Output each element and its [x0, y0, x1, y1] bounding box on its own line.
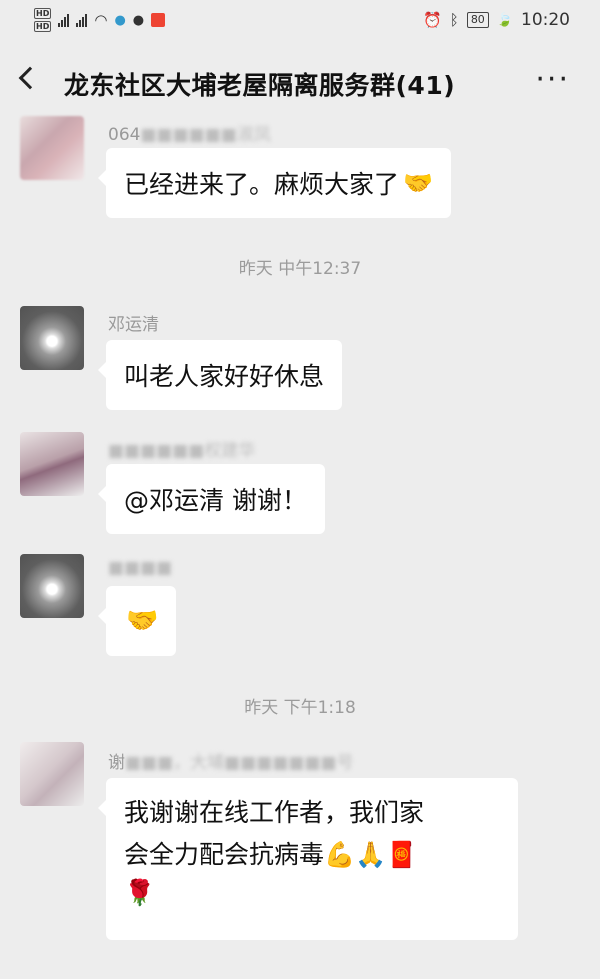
message-line: 🌹	[124, 878, 156, 907]
message-line: 会全力配会抗病毒💪🙏🧧	[124, 840, 418, 869]
sender-name: 064■■■■■■淑凤	[108, 125, 271, 145]
app-icon: ●	[114, 12, 126, 28]
signal-icon-2	[76, 13, 88, 27]
more-options-icon[interactable]: ···	[535, 62, 570, 97]
handshake-emoji: 🤝	[403, 169, 433, 197]
message-text: 叫老人家好好休息	[124, 362, 325, 391]
sender-name-blurred: ■■■■■■淑凤	[140, 125, 271, 145]
hd-badges: HD HD	[34, 8, 52, 32]
message-bubble[interactable]: 🤝	[98, 586, 176, 656]
chat-header: 龙东社区大埔老屋隔离服务群(41) ···	[0, 44, 600, 118]
message-bubble[interactable]: 已经进来了。麻烦大家了 🤝	[98, 148, 451, 218]
wifi-icon: ◠	[94, 11, 108, 29]
time-divider: 昨天 中午12:37	[238, 259, 362, 279]
status-right: ⏰ ᛒ 80 🍃 10:20	[423, 10, 570, 30]
avatar[interactable]	[20, 116, 84, 180]
leaf-icon: 🍃	[496, 12, 513, 28]
message-bubble[interactable]: 我谢谢在线工作者，我们家 会全力配会抗病毒💪🙏🧧 🌹	[98, 778, 518, 940]
hd-badge-1: HD	[34, 8, 52, 19]
message-bubble[interactable]: 叫老人家好好休息	[97, 340, 343, 410]
back-arrow-icon[interactable]	[18, 66, 42, 90]
signal-icon	[58, 13, 70, 27]
clock: 10:20	[521, 10, 570, 30]
message-line: 我谢谢在线工作者，我们家	[124, 798, 425, 827]
message-bubble[interactable]: @邓运清 谢谢！	[98, 464, 325, 534]
sender-name-blurred: ■■■■■■权建华	[108, 441, 256, 461]
handshake-emoji: 🤝	[126, 606, 159, 636]
message-text: 已经进来了。麻烦大家了	[124, 170, 400, 199]
message-text: @邓运清 谢谢！	[124, 486, 307, 515]
time-divider: 昨天 下午1:18	[244, 698, 356, 718]
sender-name-blurred: ■■■■	[108, 558, 173, 578]
battery-level: 80	[466, 12, 489, 28]
sender-name: 邓运清	[108, 315, 159, 335]
sender-name: 谢■■■，大埔■■■■■■■号	[108, 753, 354, 773]
avatar[interactable]	[20, 554, 84, 618]
status-bar: HD HD ◠ ● ● ⏰ ᛒ 80 🍃 10:20	[0, 0, 600, 40]
wechat-icon: ●	[132, 12, 145, 28]
hd-badge-2: HD	[34, 21, 52, 32]
avatar[interactable]	[20, 306, 84, 370]
notification-icon	[151, 13, 166, 27]
avatar[interactable]	[20, 432, 84, 496]
chat-title: 龙东社区大埔老屋隔离服务群(41)	[64, 71, 456, 100]
bluetooth-icon: ᛒ	[449, 11, 459, 29]
sender-name-blurred: ■■■，大埔■■■■■■■号	[125, 753, 354, 773]
status-left: HD HD ◠ ● ●	[34, 8, 166, 32]
alarm-icon: ⏰	[423, 11, 442, 29]
avatar[interactable]	[20, 742, 84, 806]
